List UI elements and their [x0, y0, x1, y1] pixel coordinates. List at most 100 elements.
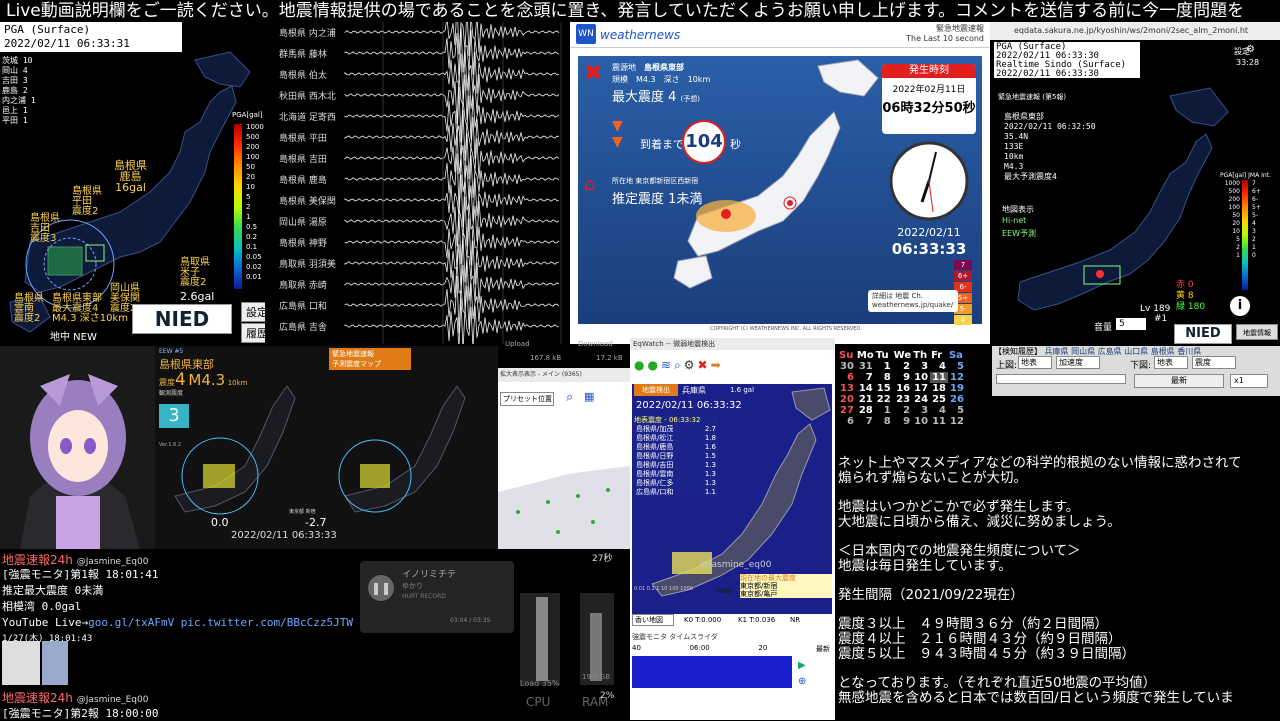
calendar-day[interactable]: 21: [856, 394, 875, 405]
calendar-day[interactable]: 10: [912, 372, 930, 383]
pause-icon[interactable]: ❚❚: [368, 575, 394, 601]
callout-kashima: 島根県 鹿島 16gal: [114, 159, 147, 194]
calendar-day[interactable]: 16: [893, 383, 912, 394]
calendar-day[interactable]: 2: [893, 361, 912, 372]
accel-select[interactable]: 加速度: [1056, 356, 1100, 369]
timeline-slider[interactable]: [632, 656, 792, 688]
calendar-day[interactable]: 17: [912, 383, 930, 394]
gear-icon[interactable]: ⚙: [1246, 44, 1255, 55]
layer-eew[interactable]: EEW予測: [1002, 228, 1036, 239]
calendar-day[interactable]: 8: [875, 416, 893, 427]
calendar-day[interactable]: 2: [893, 405, 912, 416]
calendar-day[interactable]: 7: [856, 372, 875, 383]
waveform-trace: [344, 174, 560, 228]
map-select[interactable]: 香い地図: [632, 614, 674, 626]
calendar-day[interactable]: 9: [893, 416, 912, 427]
calendar-day[interactable]: 22: [875, 394, 893, 405]
calendar-day[interactable]: 12: [948, 416, 966, 427]
home-icon: ⌂: [584, 174, 596, 195]
calendar-day[interactable]: 6: [838, 416, 856, 427]
waveform-trace: [344, 48, 560, 101]
play-icon[interactable]: ▶: [798, 660, 806, 671]
calendar-day[interactable]: 15: [875, 383, 893, 394]
zoom-search-icon[interactable]: ⌕: [566, 390, 573, 405]
browser-url-bar[interactable]: eqdata.sakura.ne.jp/kyoshin/ws/2moni/2se…: [990, 22, 1280, 40]
calendar-day[interactable]: 13: [838, 383, 856, 394]
calendar-day[interactable]: 5: [948, 405, 966, 416]
history-button[interactable]: 履歴: [241, 323, 265, 343]
calendar-day[interactable]: 7: [856, 416, 875, 427]
close-icon[interactable]: ✖: [698, 358, 708, 378]
lower-select-2[interactable]: 震度: [1192, 356, 1236, 369]
settings-gear-icon[interactable]: ⚙: [684, 358, 695, 378]
calendar-day[interactable]: 12: [948, 372, 966, 383]
eq-info-button[interactable]: 地震情報: [1236, 324, 1278, 340]
preset-select[interactable]: プリセット位置: [500, 392, 554, 406]
calendar-day[interactable]: 14: [856, 383, 875, 394]
calendar-day[interactable]: 11: [930, 416, 948, 427]
media-title: イノリミチテ: [402, 570, 457, 580]
tsunami-icon[interactable]: ≋: [661, 358, 671, 378]
calendar-day[interactable]: 18: [930, 383, 948, 394]
calendar-weekday: We: [893, 350, 912, 361]
zoom-select[interactable]: x1: [1230, 374, 1268, 388]
station-row: 秋田県 西木北: [279, 92, 336, 102]
time-slider[interactable]: [996, 374, 1126, 384]
grid-icon[interactable]: ▦: [584, 390, 594, 403]
nr-checkbox[interactable]: NR: [790, 616, 800, 624]
calendar-day[interactable]: 3: [912, 405, 930, 416]
occurrence-time: 06時32分50秒: [882, 101, 976, 116]
search-icon[interactable]: ⌕: [674, 358, 681, 378]
calendar-day[interactable]: 5: [948, 361, 966, 372]
settings-button[interactable]: 設定: [241, 302, 265, 322]
calendar-day[interactable]: 28: [856, 405, 875, 416]
layer-hinet[interactable]: Hi-net: [1002, 216, 1026, 225]
calendar-day[interactable]: 4: [930, 405, 948, 416]
calendar-day[interactable]: 9: [893, 372, 912, 383]
calendar-day[interactable]: 27: [838, 405, 856, 416]
calendar-day[interactable]: 6: [838, 372, 856, 383]
pga-label: PGA (Surface): [4, 23, 91, 36]
calendar-day[interactable]: 24: [912, 394, 930, 405]
calendar-day[interactable]: 31: [856, 361, 875, 372]
zoom-map: [498, 466, 630, 549]
wn-ad-box[interactable]: 詳細は 地震 Ch. weathernews.jp/quake/: [868, 290, 958, 312]
vtuber-avatar: [0, 346, 155, 549]
callout-yoshida: 島根県 吉田 震度3: [30, 213, 60, 244]
lower-select[interactable]: 地表: [1154, 356, 1188, 369]
k1-field[interactable]: K1 T:0.036: [738, 616, 775, 624]
calendar-day[interactable]: 25: [930, 394, 948, 405]
calendar-day[interactable]: 11: [930, 372, 948, 383]
station-row: 島根県 内之浦: [279, 29, 336, 39]
calendar-day[interactable]: 1: [875, 361, 893, 372]
timeline-labels: 40 06:00 20 最新: [632, 644, 830, 653]
youtube-link[interactable]: goo.gl/txAFmV pic.twitter.com/BBcCzz5JTW: [88, 616, 353, 629]
info-icon[interactable]: i: [1230, 296, 1250, 316]
calendar-day[interactable]: 30: [838, 361, 856, 372]
calendar-day[interactable]: 1: [875, 405, 893, 416]
forward-icon[interactable]: ➡: [711, 358, 721, 378]
pro-icon[interactable]: ●: [647, 358, 657, 378]
calendar-day[interactable]: 20: [838, 394, 856, 405]
tweet-thumbnail-2[interactable]: [42, 641, 68, 685]
load-label: Load 35%: [520, 679, 560, 688]
calendar-day[interactable]: 23: [893, 394, 912, 405]
notice-line: となっております。（それぞれ直近50地震の平均値）: [838, 675, 1157, 691]
calendar-day[interactable]: 4: [930, 361, 948, 372]
intensity-list: 地表震度 - 06:33:32 島根県/加茂 2.7 島根県/松江 1.8 島根県/鹿島…: [634, 416, 718, 497]
calendar-day[interactable]: 3: [912, 361, 930, 372]
exp-icon[interactable]: ●: [634, 358, 644, 378]
calendar-day[interactable]: 19: [948, 383, 966, 394]
intensity-row: 島根県/日野 1.5: [636, 452, 716, 460]
latest-button[interactable]: 最新: [1134, 374, 1224, 388]
calendar-day[interactable]: 10: [912, 416, 930, 427]
zoom-icon[interactable]: ⊕: [798, 676, 806, 687]
calendar-day[interactable]: 26: [948, 394, 966, 405]
calendar-day[interactable]: 8: [875, 372, 893, 383]
tweet-thumbnail-1[interactable]: [2, 641, 40, 685]
clock-time: 06:33:33: [891, 240, 967, 258]
zoom-window: 拡大表示表示 - メイン (9365) プリセット位置 ⌕ ▦: [498, 368, 630, 549]
upper-select[interactable]: 地表: [1018, 356, 1052, 369]
k0-field[interactable]: K0 T:0.000: [684, 616, 721, 624]
volume-select[interactable]: 5: [1116, 318, 1146, 330]
